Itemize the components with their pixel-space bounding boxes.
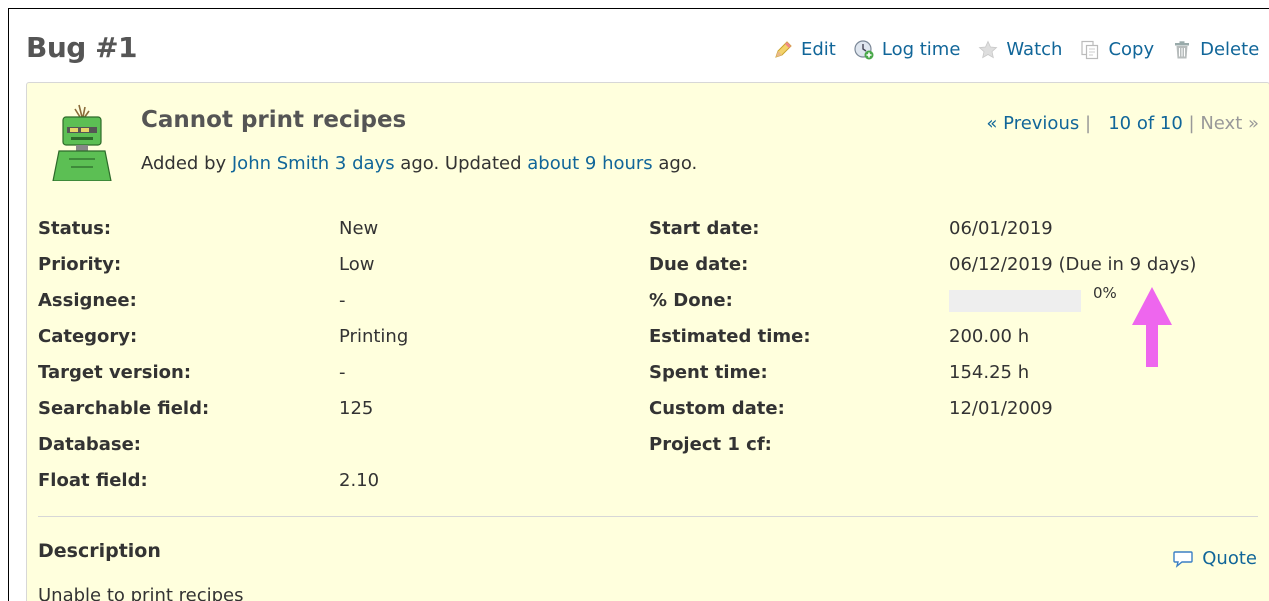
category-label: Category: xyxy=(38,326,138,347)
due-date-label: Due date: xyxy=(649,254,749,275)
issue-details: Cannot print recipes Added by John Smith… xyxy=(26,82,1269,601)
watch-label: Watch xyxy=(1006,39,1063,60)
start-date-value: 06/01/2019 xyxy=(949,218,1053,239)
page-title: Bug #1 xyxy=(26,31,138,64)
log-time-label: Log time xyxy=(881,39,961,60)
nav-separator: | xyxy=(1182,113,1201,134)
next-link-disabled: Next » xyxy=(1200,113,1259,134)
author-line: Added by John Smith 3 days ago. Updated … xyxy=(141,153,697,174)
due-date-value: 06/12/2019 (Due in 9 days) xyxy=(949,254,1197,275)
copy-button[interactable]: Copy xyxy=(1080,39,1154,60)
issue-navigation: « Previous | 10 of 10 | Next » xyxy=(986,113,1259,134)
annotation-arrow-icon xyxy=(1132,287,1172,367)
edit-label: Edit xyxy=(801,39,836,60)
assignee-label: Assignee: xyxy=(38,290,137,311)
searchable-field-label: Searchable field: xyxy=(38,398,210,419)
spent-time-label: Spent time: xyxy=(649,362,768,383)
quote-button[interactable]: Quote xyxy=(1172,548,1257,569)
star-icon xyxy=(978,40,998,58)
done-ratio-progress-bar xyxy=(949,290,1081,312)
nav-separator: | xyxy=(1079,113,1097,134)
updated-suffix: ago. xyxy=(652,153,698,174)
database-label: Database: xyxy=(38,434,141,455)
watch-button[interactable]: Watch xyxy=(978,39,1062,60)
contextual-actions: Edit Log time Watch Copy Delete xyxy=(773,39,1269,60)
assignee-value: - xyxy=(339,290,346,311)
quote-label: Quote xyxy=(1202,548,1257,569)
target-version-value: - xyxy=(339,362,346,383)
added-by-prefix: Added by xyxy=(141,153,232,174)
description-text: Unable to print recipes xyxy=(38,585,244,601)
copy-icon xyxy=(1081,40,1099,59)
category-value: Printing xyxy=(339,326,409,347)
section-divider xyxy=(38,516,1258,517)
issue-position-link[interactable]: 10 of 10 xyxy=(1108,113,1183,134)
author-link[interactable]: John Smith xyxy=(232,153,329,174)
updated-link[interactable]: about 9 hours xyxy=(527,153,652,174)
status-value: New xyxy=(339,218,379,239)
float-field-value: 2.10 xyxy=(339,470,380,491)
comment-icon xyxy=(1173,550,1193,568)
status-label: Status: xyxy=(38,218,112,239)
pencil-icon xyxy=(775,40,792,58)
start-date-label: Start date: xyxy=(649,218,760,239)
estimated-time-value: 200.00 h xyxy=(949,326,1030,347)
delete-label: Delete xyxy=(1200,39,1260,60)
project-cf-label: Project 1 cf: xyxy=(649,434,772,455)
priority-value: Low xyxy=(339,254,375,275)
updated-mid: ago. Updated xyxy=(394,153,528,174)
issue-subject: Cannot print recipes xyxy=(141,107,407,133)
done-ratio-label: % Done: xyxy=(649,290,733,311)
copy-label: Copy xyxy=(1108,39,1155,60)
trash-icon xyxy=(1175,40,1190,58)
done-ratio-value: 0% xyxy=(1093,284,1117,302)
float-field-label: Float field: xyxy=(38,470,148,491)
delete-button[interactable]: Delete xyxy=(1172,39,1259,60)
previous-link[interactable]: « Previous xyxy=(986,113,1079,134)
custom-date-label: Custom date: xyxy=(649,398,785,419)
description-heading: Description xyxy=(38,540,161,562)
clock-icon xyxy=(854,39,874,59)
robot-avatar xyxy=(52,104,112,181)
issue-page: Bug #1 Edit Log time Watch Copy Delete C… xyxy=(8,8,1269,601)
custom-date-value: 12/01/2009 xyxy=(949,398,1053,419)
edit-button[interactable]: Edit xyxy=(773,39,836,60)
searchable-field-value: 125 xyxy=(339,398,374,419)
spent-time-link[interactable]: 154.25 h xyxy=(949,362,1029,383)
log-time-button[interactable]: Log time xyxy=(854,39,961,60)
target-version-label: Target version: xyxy=(38,362,192,383)
created-link[interactable]: 3 days xyxy=(335,153,395,174)
estimated-time-label: Estimated time: xyxy=(649,326,811,347)
priority-label: Priority: xyxy=(38,254,122,275)
